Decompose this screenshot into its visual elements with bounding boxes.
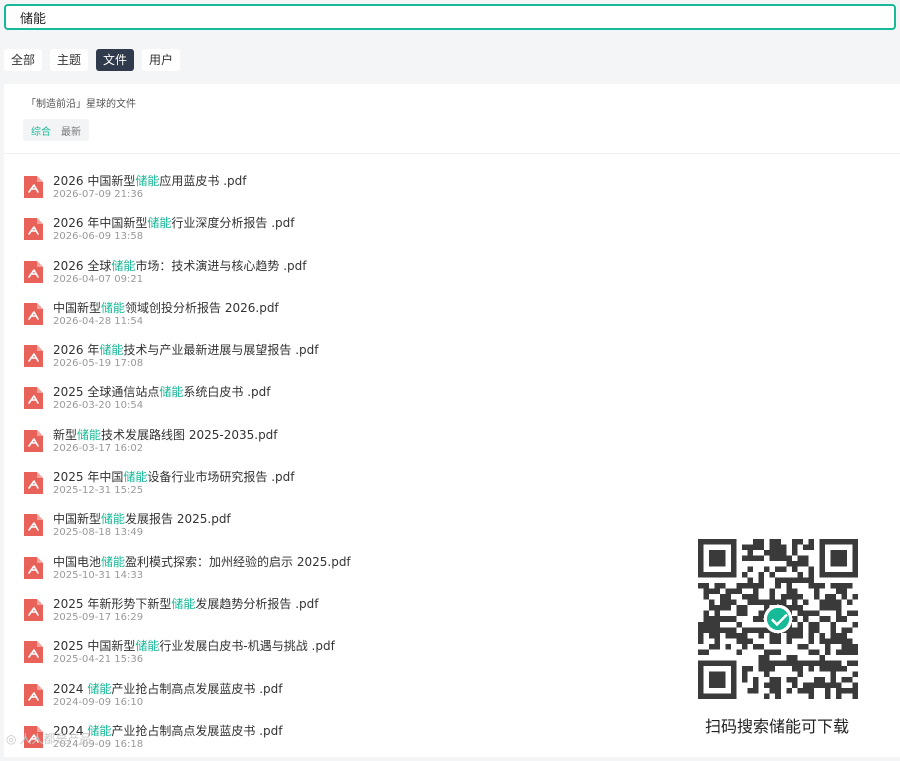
tab-all[interactable]: 全部 (4, 49, 43, 71)
tab-users[interactable]: 用户 (142, 49, 181, 71)
file-date: 2026-04-07 09:21 (53, 273, 144, 285)
tab-topic[interactable]: 主题 (50, 49, 89, 71)
file-date: 2026-07-09 21:36 (53, 189, 144, 200)
file-date: 2024-09-09 16:10 (53, 696, 144, 708)
search-highlight: 储能 (101, 512, 126, 527)
qr-caption: 扫码搜索储能可下载 (704, 717, 849, 736)
file-date: 2025-09-17 16:29 (53, 611, 144, 623)
search-highlight: 储能 (77, 427, 102, 442)
search-highlight: 储能 (147, 216, 172, 231)
search-highlight: 储能 (123, 470, 148, 485)
file-date: 2026-05-19 17:08 (53, 358, 144, 370)
pdf-file-icon (24, 176, 43, 198)
file-title: 2025 年新形势下新型储能发展趋势分析报告 .pdf (53, 596, 319, 611)
search-highlight: 储能 (171, 596, 196, 611)
pdf-file-icon (24, 302, 43, 325)
file-date: 2025-10-31 14:33 (53, 569, 144, 581)
watermark-logo-icon: ◎ (6, 731, 17, 746)
file-item[interactable]: 2025 年中国储能设备行业市场研究报告 .pdf 2025-12-31 15:2… (4, 465, 664, 507)
file-date: 2026-03-17 16:02 (53, 442, 144, 454)
search-highlight: 储能 (135, 174, 160, 188)
file-title: 2026 全球储能市场：技术演进与核心趋势 .pdf (53, 258, 307, 273)
file-item[interactable]: 2024 储能产业抢占制高点发展蓝皮书 .pdf 2024-09-09 16:18 (4, 719, 664, 761)
file-item[interactable]: 中国新型储能领域创投分析报告 2026.pdf 2026-04-28 11:54 (4, 296, 664, 338)
tab-files[interactable]: 文件 (96, 49, 135, 71)
pdf-file-icon (24, 683, 43, 706)
search-highlight: 储能 (111, 258, 136, 273)
file-item[interactable]: 2026 全球储能市场：技术演进与核心趋势 .pdf 2026-04-07 09:… (4, 254, 664, 296)
file-item[interactable]: 2026 年储能技术与产业最新进展与展望报告 .pdf 2026-05-19 17… (4, 338, 664, 380)
pdf-file-icon (24, 472, 43, 495)
file-title: 中国新型储能发展报告 2025.pdf (53, 512, 231, 527)
file-title: 2025 年中国储能设备行业市场研究报告 .pdf (53, 470, 295, 485)
file-date: 2025-12-31 15:25 (53, 485, 144, 497)
file-list: 2026 中国新型储能应用蓝皮书 .pdf 2026-07-09 21:36 202… (4, 169, 664, 761)
file-title: 2026 年中国新型储能行业深度分析报告 .pdf (53, 216, 295, 231)
sort-latest[interactable]: 最新 (56, 123, 86, 138)
watermark-text: 人人都是产品 (19, 732, 92, 746)
file-title: 中国新型储能领域创投分析报告 2026.pdf (53, 300, 279, 315)
search-highlight: 储能 (159, 385, 184, 400)
pdf-file-icon (24, 218, 43, 241)
pdf-file-icon (24, 387, 43, 410)
pdf-file-icon (24, 598, 43, 621)
file-date: 2025-08-18 13:49 (53, 527, 144, 539)
file-item[interactable]: 中国电池储能盈利模式探索：加州经验的启示 2025.pdf 2025-10-31 … (4, 550, 664, 592)
search-highlight: 储能 (135, 639, 160, 654)
file-title: 新型储能技术发展路线图 2025-2035.pdf (53, 427, 278, 442)
file-item[interactable]: 2026 年中国新型储能行业深度分析报告 .pdf 2026-06-09 13:5… (4, 211, 664, 253)
file-item[interactable]: 新型储能技术发展路线图 2025-2035.pdf 2026-03-17 16:0… (4, 423, 664, 465)
search-highlight: 储能 (101, 300, 126, 315)
sort-comprehensive[interactable]: 综合 (26, 123, 56, 138)
search-highlight: 储能 (101, 554, 126, 569)
sort-toggle: 综合 最新 (23, 119, 89, 141)
pdf-file-icon (24, 260, 43, 283)
file-date: 2025-04-21 15:36 (53, 654, 144, 666)
search-bar[interactable] (4, 4, 896, 30)
pdf-file-icon (24, 556, 43, 579)
pdf-file-icon (24, 514, 43, 537)
filter-tabs: 全部 主题 文件 用户 (4, 49, 181, 71)
file-title: 2025 中国新型储能行业发展白皮书-机遇与挑战 .pdf (53, 639, 335, 654)
file-date: 2026-06-09 13:58 (53, 231, 144, 243)
file-item[interactable]: 2026 中国新型储能应用蓝皮书 .pdf 2026-07-09 21:36 (4, 169, 664, 211)
pdf-file-icon (24, 429, 43, 452)
file-item[interactable]: 2025 中国新型储能行业发展白皮书-机遇与挑战 .pdf 2025-04-21 … (4, 634, 664, 676)
source-label: 「制造前沿」星球的文件 (26, 99, 136, 110)
file-title: 2024 储能产业抢占制高点发展蓝皮书 .pdf (53, 681, 283, 696)
search-highlight: 储能 (99, 343, 124, 358)
file-title: 中国电池储能盈利模式探索：加州经验的启示 2025.pdf (53, 554, 351, 569)
file-item[interactable]: 2025 年新形势下新型储能发展趋势分析报告 .pdf 2025-09-17 16… (4, 592, 664, 634)
qr-code (698, 539, 858, 699)
file-item[interactable]: 中国新型储能发展报告 2025.pdf 2025-08-18 13:49 (4, 507, 664, 549)
file-title: 2025 全球通信站点储能系统白皮书 .pdf (53, 385, 271, 400)
search-input[interactable] (18, 8, 882, 26)
file-date: 2026-03-20 10:54 (53, 400, 144, 412)
file-title: 2026 中国新型储能应用蓝皮书 .pdf (53, 174, 247, 188)
pdf-file-icon (24, 345, 43, 368)
pdf-file-icon (24, 641, 43, 664)
file-title: 2026 年储能技术与产业最新进展与展望报告 .pdf (53, 343, 319, 358)
search-highlight: 储能 (87, 681, 112, 696)
watermark: ◎ 人人都是产品 (6, 730, 92, 747)
file-item[interactable]: 2025 全球通信站点储能系统白皮书 .pdf 2026-03-20 10:54 (4, 380, 664, 422)
file-item[interactable]: 2024 储能产业抢占制高点发展蓝皮书 .pdf 2024-09-09 16:10 (4, 677, 664, 719)
file-date: 2026-04-28 11:54 (53, 315, 144, 327)
divider (4, 153, 900, 154)
